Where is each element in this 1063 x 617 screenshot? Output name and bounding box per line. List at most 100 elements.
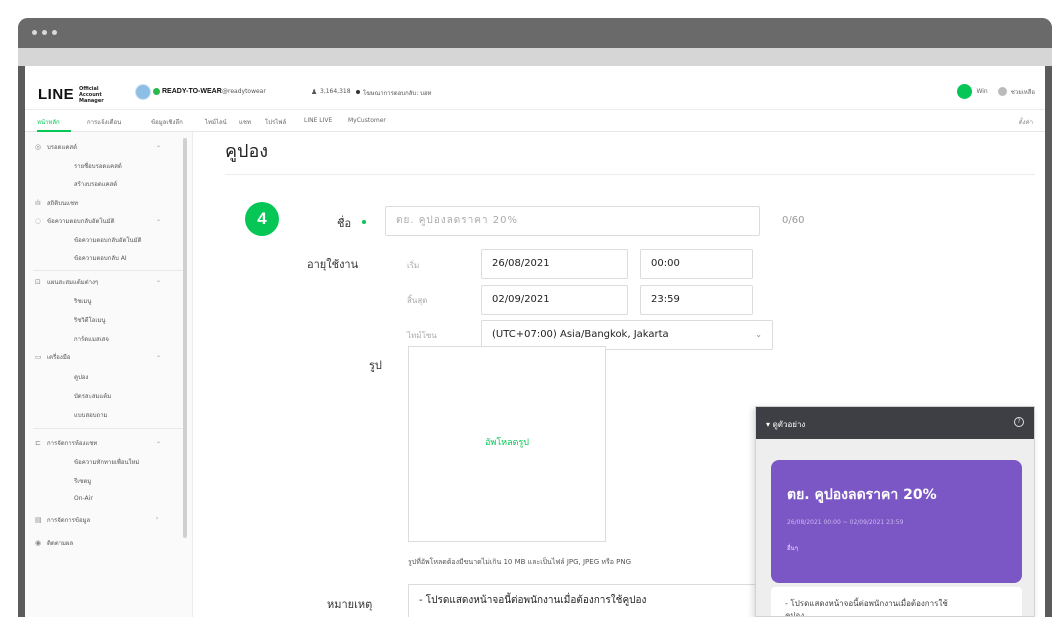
image-upload-area[interactable]: อัพโหลดรูป <box>408 346 606 542</box>
account-avatar[interactable] <box>135 84 151 100</box>
browser-window: LINE Official Account Manager READY-TO-W… <box>18 18 1052 617</box>
app-header: LINE Official Account Manager READY-TO-W… <box>25 66 1045 110</box>
user-status-icon[interactable] <box>957 84 973 99</box>
end-label: สิ้นสุด <box>407 296 428 305</box>
upload-image-link[interactable]: อัพโหลดรูป <box>409 435 605 449</box>
sidebar-item[interactable]: รีเซตมู <box>74 476 91 486</box>
window-controls[interactable] <box>32 30 57 35</box>
help-icon[interactable] <box>997 87 1007 96</box>
preview-body-line: คูปอง <box>785 611 805 617</box>
header-right: Win ช่วยเหลือ <box>957 84 1035 99</box>
sidebar-divider <box>33 428 183 429</box>
start-time-input[interactable]: 00:00 <box>640 249 753 279</box>
help-link[interactable]: ช่วยเหลือ <box>1011 87 1035 97</box>
broadcast-icon: ◎ <box>35 143 42 151</box>
chevron-down-icon[interactable]: ⌄ <box>156 438 161 445</box>
sidebar-group-auto-reply[interactable]: ◌ ข้อความตอบกลับอัตโนมัติ <box>35 216 115 226</box>
sidebar-item[interactable]: ข้อความตอบกลับอัตโนมัติ <box>74 235 142 245</box>
nav-chat[interactable]: แชท <box>239 117 251 127</box>
sidebar-group-tools[interactable]: ▭ เครื่องมือ <box>35 352 70 362</box>
sidebar: ◎ บรอดแคสต์ ⌄ รายชื่อบรอดแคสต์ สร้างบรอดแ… <box>25 132 193 617</box>
chevron-down-icon[interactable]: ⌄ <box>156 216 161 223</box>
chevron-down-icon[interactable]: ⌄ <box>156 277 161 284</box>
nav-line-live[interactable]: LINE LIVE <box>304 117 332 124</box>
verified-badge-icon <box>153 88 160 95</box>
sidebar-group-room[interactable]: ⊏ การจัดการห้องแชท <box>35 438 97 448</box>
coupon-preview-card: ตย. คูปองลดราคา 20% 26/08/2021 00:00 ~ 0… <box>771 460 1022 583</box>
sidebar-group-data[interactable]: ▤ การจัดการข้อมูล <box>35 515 90 525</box>
title-bar <box>18 18 1052 48</box>
user-name[interactable]: Win <box>976 88 987 95</box>
account-id: @readytowear <box>222 88 266 95</box>
sidebar-item[interactable]: On-Air <box>74 495 93 502</box>
coupon-preview-dates: 26/08/2021 00:00 ~ 02/09/2021 23:59 <box>787 519 904 526</box>
help-icon[interactable]: ? <box>1014 417 1024 427</box>
sidebar-group-follow[interactable]: ◉ ติดตามผล <box>35 538 73 548</box>
nav-profile[interactable]: โปรไฟล์ <box>265 117 286 127</box>
preview-panel: ▾ ดูตัวอย่าง ? ตย. คูปองลดราคา 20% 26/08… <box>755 406 1035 617</box>
nav-settings[interactable]: ตั้งค่า <box>1019 117 1033 127</box>
sidebar-scrollbar[interactable] <box>183 138 187 538</box>
upload-note: รูปที่อัพโหลดต้องมีขนาดไม่เกิน 10 MB และ… <box>408 558 632 566</box>
page-title: คูปอง <box>225 141 269 162</box>
remark-textarea[interactable]: - โปรดแสดงหน้าจอนี้ต่อพนักงานเมื่อต้องกา… <box>408 584 768 617</box>
nav-home[interactable]: หน้าหลัก <box>37 117 60 127</box>
room-icon: ⊏ <box>35 439 41 447</box>
end-time-input[interactable]: 23:59 <box>640 285 753 315</box>
step-badge: 4 <box>245 202 279 236</box>
timezone-label: ไทม์โซน <box>407 331 437 340</box>
plan-text[interactable]: โฆษณาการตอบกลับ: บอท <box>363 88 432 98</box>
preview-header[interactable]: ▾ ดูตัวอย่าง ? <box>756 407 1034 439</box>
sidebar-item-coupon[interactable]: คูปอง <box>74 372 88 382</box>
coupon-preview-type: อื่นๆ <box>787 545 798 552</box>
nav-mycustomer[interactable]: MyCustomer <box>348 117 386 124</box>
timezone-value: (UTC+07:00) Asia/Bangkok, Jakarta <box>492 329 669 340</box>
friend-count: 3,164,318 <box>320 88 351 95</box>
sidebar-item[interactable]: ริชเมนู <box>74 296 91 306</box>
start-label: เริ่ม <box>407 261 420 270</box>
chat-icon: ◌ <box>35 217 42 225</box>
coupon-name-input[interactable]: ตย. คูปองลดราคา 20% <box>385 206 760 236</box>
title-divider <box>225 174 1035 175</box>
start-date-input[interactable]: 26/08/2021 <box>481 249 628 279</box>
name-label: ชื่อ <box>337 217 352 230</box>
coupon-preview-title: ตย. คูปองลดราคา 20% <box>787 487 937 503</box>
sidebar-item[interactable]: การ์ดแมสเสจ <box>74 334 109 344</box>
page: LINE Official Account Manager READY-TO-W… <box>0 0 1063 617</box>
nav-notifications[interactable]: การแจ้งเตือน <box>87 117 121 127</box>
sidebar-item[interactable]: ข้อความทักทายเพื่อนใหม่ <box>74 457 139 467</box>
period-label: อายุใช้งาน <box>307 258 359 271</box>
sidebar-item[interactable]: สร้างบรอดแคสต์ <box>74 179 117 189</box>
sidebar-item[interactable]: แบบสอบถาม <box>74 410 108 420</box>
account-name[interactable]: READY-TO-WEAR <box>162 88 222 95</box>
sidebar-group-chat-stats[interactable]: ılı สถิติบนแชท <box>35 198 78 208</box>
plan-dot-icon <box>356 90 360 94</box>
preview-title: ▾ ดูตัวอย่าง <box>766 420 806 429</box>
sidebar-group-broadcast[interactable]: ◎ บรอดแคสต์ <box>35 142 77 152</box>
nav-timeline[interactable]: ไทม์ไลน์ <box>205 117 227 127</box>
remark-label: หมายเหตุ <box>327 598 373 611</box>
main-nav: หน้าหลัก การแจ้งเตือน ข้อมูลเชิงลึก ไทม์… <box>25 110 1045 132</box>
sidebar-item[interactable]: บัตรสะสมแต้ม <box>74 391 111 401</box>
name-char-counter: 0/60 <box>782 215 805 226</box>
sidebar-item[interactable]: ริชวิดีโอเมนู <box>74 315 106 325</box>
chevron-down-icon[interactable]: ⌄ <box>156 142 161 149</box>
tools-icon: ▭ <box>35 353 42 361</box>
required-indicator-icon <box>362 220 366 224</box>
sidebar-item[interactable]: รายชื่อบรอดแคสต์ <box>74 161 122 171</box>
end-date-input[interactable]: 02/09/2021 <box>481 285 628 315</box>
sidebar-group-rich[interactable]: ⊡ แผนสะสมแต้มต่างๆ <box>35 277 98 287</box>
sidebar-item[interactable]: ข้อความตอบกลับ AI <box>74 253 127 263</box>
line-logo: LINE <box>38 86 75 103</box>
nav-insights[interactable]: ข้อมูลเชิงลึก <box>151 117 183 127</box>
chevron-right-icon[interactable]: › <box>156 515 158 522</box>
friends-icon: ♟ <box>311 88 318 96</box>
sidebar-divider <box>33 270 183 271</box>
tab-strip <box>18 48 1052 66</box>
follow-icon: ◉ <box>35 539 42 547</box>
chart-icon: ılı <box>35 199 41 207</box>
card-icon: ⊡ <box>35 278 41 286</box>
coupon-preview-body: - โปรดแสดงหน้าจอนี้ต่อพนักงานเมื่อต้องกา… <box>771 587 1022 617</box>
app-screen: LINE Official Account Manager READY-TO-W… <box>25 66 1045 617</box>
chevron-down-icon[interactable]: ⌄ <box>156 352 161 359</box>
